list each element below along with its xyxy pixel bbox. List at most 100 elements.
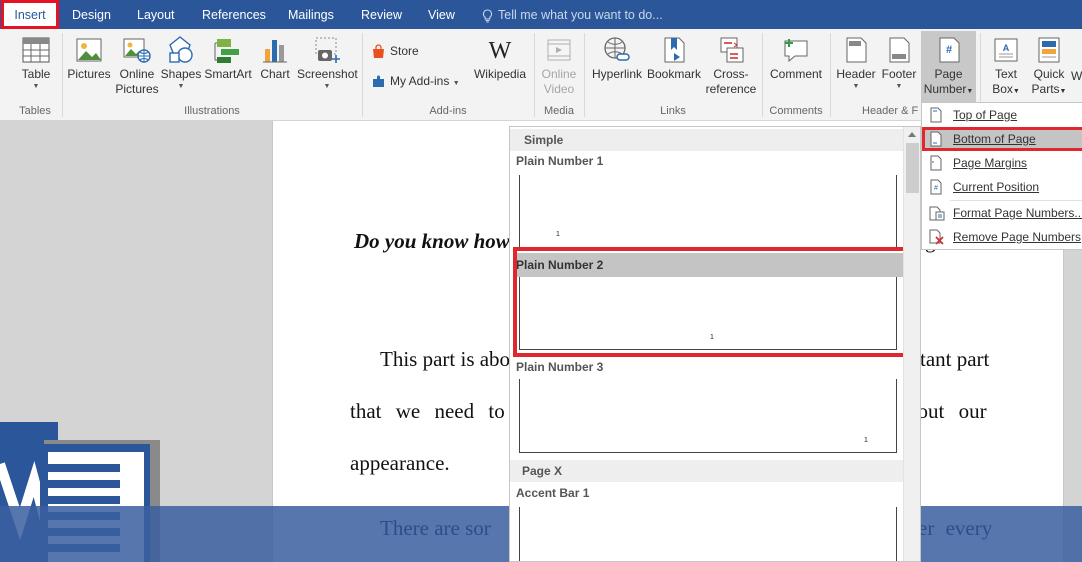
online-pictures-button[interactable]: Online Pictures [113,35,161,97]
my-addins-button[interactable]: My Add-ins ▼ [371,71,460,91]
menu-item-label: Bottom of Page [953,132,1036,146]
chevron-down-icon: ▼ [32,83,40,90]
top-of-page-icon [930,107,942,123]
hyperlink-button[interactable]: Hyperlink [588,35,646,82]
gallery-item-label: Plain Number 1 [516,154,604,168]
my-addins-label: My Add-ins [390,74,450,88]
wikipedia-icon: W [489,38,512,64]
hyperlink-label: Hyperlink [591,67,642,81]
doc-line-4-right: er every [918,516,993,540]
menu-item-label: Format Page Numbers... [953,206,1082,220]
text-box-button[interactable]: A Text Box▼ [984,35,1028,99]
gallery-section-simple: Simple [510,129,903,151]
menu-item-label: Current Position [953,180,1040,194]
page-number-icon: # [939,37,959,63]
menu-item-page-margins[interactable]: Page Margins [922,151,1082,175]
comment-label: Comment [769,67,822,81]
chevron-down-icon: ▼ [966,88,974,95]
online-pictures-label-2: Pictures [115,82,159,96]
screenshot-label: Screenshot [297,67,358,81]
header-button[interactable]: Header ▼ [834,35,878,91]
group-label-illustrations: Illustrations [184,105,240,117]
quick-parts-label-2: Parts [1031,82,1060,96]
gallery-item-plain-number-3[interactable]: 1 [519,379,897,453]
lightbulb-icon [482,9,493,23]
text-box-label-1: Text [994,67,1017,81]
cross-reference-icon [720,37,744,63]
comment-button[interactable]: Comment [766,35,826,82]
menu-item-format-page-numbers[interactable]: Format Page Numbers... [922,201,1082,225]
svg-text:W: W [489,38,512,64]
chevron-down-icon: ▼ [1012,88,1020,95]
tab-review[interactable]: Review [361,0,402,29]
doc-line-2-left: that we need to [350,399,505,423]
chevron-down-icon: ▼ [323,83,331,90]
highlight-box [513,247,907,357]
pictures-label: Pictures [67,67,111,81]
tab-references[interactable]: References [202,0,266,29]
quick-parts-label-1: Quick [1033,67,1065,81]
scrollbar-thumb[interactable] [906,143,919,193]
page-margins-icon [930,155,942,171]
tab-view[interactable]: View [428,0,455,29]
menu-item-label: Page Margins [953,156,1028,170]
group-label-header-footer: Header & F [862,105,919,117]
menu-item-bottom-of-page[interactable]: Bottom of Page [922,127,1082,151]
gallery-item-plain-number-1[interactable]: 1 [519,175,897,249]
smartart-icon [214,39,239,63]
gallery-scrollbar[interactable] [903,127,920,561]
shapes-button[interactable]: Shapes ▼ [160,35,202,91]
tab-layout[interactable]: Layout [137,0,175,29]
hyperlink-icon [604,37,630,61]
online-video-icon [547,39,571,61]
page-number-label-2: Number [923,82,967,96]
cross-reference-label-2: reference [705,82,757,96]
pictures-button[interactable]: Pictures [66,35,112,82]
doc-heading: Do you know how [354,229,510,253]
bookmark-icon [664,37,685,63]
table-button[interactable]: Table ▼ [10,35,62,91]
page-number-button[interactable]: # Page Number▼ [921,31,976,102]
shapes-icon [169,36,193,63]
comment-icon [784,39,808,63]
wikipedia-button[interactable]: W Wikipedia [470,35,530,82]
wikipedia-label: Wikipedia [473,67,527,81]
chevron-down-icon: ▼ [1059,88,1067,95]
online-video-button[interactable]: Online Video [537,35,581,97]
footer-button[interactable]: Footer ▼ [878,35,920,91]
text-box-icon: A [994,38,1018,62]
page-number-sample: 1 [556,231,560,238]
menu-item-top-of-page[interactable]: Top of Page [922,103,1082,127]
screenshot-button[interactable]: Screenshot ▼ [297,35,358,91]
gallery-item-accent-bar-1[interactable] [519,507,897,561]
scroll-up-icon[interactable] [908,132,916,137]
remove-page-numbers-icon [929,229,944,245]
chart-button[interactable]: Chart [255,35,295,82]
bookmark-button[interactable]: Bookmark [645,35,703,82]
group-label-tables: Tables [19,105,51,117]
smartart-label: SmartArt [204,67,252,81]
quick-parts-icon [1038,37,1060,63]
tell-me-search[interactable]: Tell me what you want to do... [482,0,663,29]
store-button[interactable]: Store [371,41,419,61]
gallery-item-label: Plain Number 3 [516,360,604,374]
smartart-button[interactable]: SmartArt [202,35,254,82]
online-video-label-1: Online [541,67,577,81]
tell-me-text: Tell me what you want to do... [498,8,663,22]
tab-design[interactable]: Design [72,0,111,29]
cross-reference-button[interactable]: Cross- reference [703,35,759,97]
menu-item-current-position[interactable]: # Current Position [922,175,1082,199]
quick-parts-button[interactable]: Quick Parts▼ [1028,35,1070,99]
chevron-down-icon: ▼ [852,83,860,90]
tab-mailings[interactable]: Mailings [288,0,334,29]
menu-item-remove-page-numbers[interactable]: Remove Page Numbers [922,225,1082,249]
group-divider [830,33,831,117]
chart-label: Chart [260,67,290,81]
footer-icon [889,37,910,63]
store-label: Store [390,44,419,58]
wordart-button-partial[interactable]: W [1071,69,1082,84]
doc-line-1-left: This part is abo [380,347,511,371]
chevron-down-icon: ▼ [452,80,460,87]
tab-insert[interactable]: Insert [1,0,59,29]
doc-line-4-left: There are sor [380,516,491,540]
